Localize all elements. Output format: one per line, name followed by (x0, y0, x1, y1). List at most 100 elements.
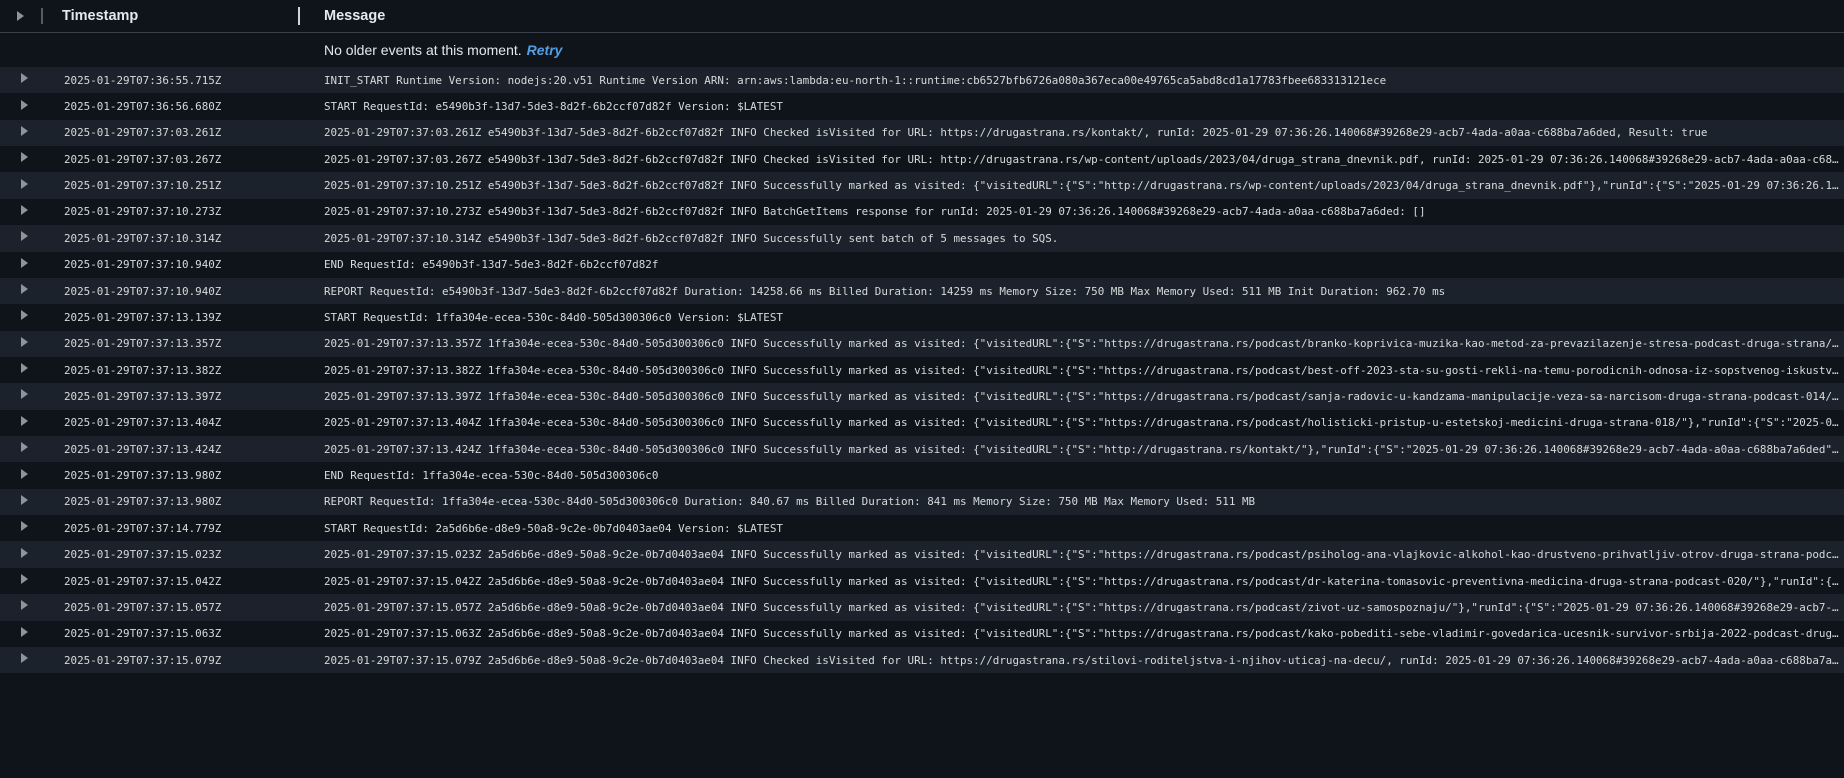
message-column-header[interactable]: Message (302, 8, 385, 24)
log-row[interactable]: 2025-01-29T07:37:10.251Z 2025-01-29T07:37… (0, 172, 1844, 199)
row-timestamp: 2025-01-29T07:37:13.397Z (64, 389, 222, 403)
expand-row-toggle[interactable] (0, 489, 48, 515)
expand-row-toggle[interactable] (0, 199, 48, 225)
row-message: 2025-01-29T07:37:15.042Z 2a5d6b6e-d8e9-5… (324, 574, 1844, 588)
row-timestamp: 2025-01-29T07:36:56.680Z (64, 100, 222, 114)
log-row[interactable]: 2025-01-29T07:37:10.940Z REPORT RequestId… (0, 277, 1844, 305)
row-message: 2025-01-29T07:37:10.314Z e5490b3f-13d7-5… (324, 231, 1059, 245)
row-timestamp: 2025-01-29T07:37:13.424Z (64, 442, 222, 456)
row-message: START RequestId: e5490b3f-13d7-5de3-8d2f… (324, 100, 783, 114)
log-row[interactable]: 2025-01-29T07:37:15.079Z 2025-01-29T07:37… (0, 646, 1844, 674)
row-timestamp: 2025-01-29T07:37:13.980Z (64, 495, 222, 509)
row-message: END RequestId: 1ffa304e-ecea-530c-84d0-5… (324, 469, 659, 483)
row-message: START RequestId: 1ffa304e-ecea-530c-84d0… (324, 310, 783, 324)
row-message: 2025-01-29T07:37:03.267Z e5490b3f-13d7-5… (324, 152, 1844, 166)
expand-row-toggle[interactable] (0, 541, 48, 567)
row-message: 2025-01-29T07:37:15.063Z 2a5d6b6e-d8e9-5… (324, 627, 1844, 641)
row-timestamp: 2025-01-29T07:37:10.940Z (64, 284, 222, 298)
caret-right-icon (20, 626, 28, 637)
row-timestamp: 2025-01-29T07:37:13.404Z (64, 416, 222, 430)
expand-row-toggle[interactable] (0, 93, 48, 119)
log-row[interactable]: 2025-01-29T07:37:13.397Z 2025-01-29T07:37… (0, 383, 1844, 410)
row-timestamp: 2025-01-29T07:37:10.273Z (64, 205, 222, 219)
log-row[interactable]: 2025-01-29T07:37:13.424Z 2025-01-29T07:37… (0, 436, 1844, 463)
expand-row-toggle[interactable] (0, 594, 48, 620)
row-message: 2025-01-29T07:37:13.404Z 1ffa304e-ecea-5… (324, 416, 1844, 430)
row-timestamp: 2025-01-29T07:37:03.261Z (64, 126, 222, 140)
log-row[interactable]: 2025-01-29T07:37:15.023Z 2025-01-29T07:37… (0, 541, 1844, 568)
timestamp-column-header[interactable]: Timestamp (40, 0, 302, 32)
row-message: 2025-01-29T07:37:13.397Z 1ffa304e-ecea-5… (324, 389, 1844, 403)
caret-right-icon (16, 11, 24, 21)
row-message: 2025-01-29T07:37:15.023Z 2a5d6b6e-d8e9-5… (324, 548, 1844, 562)
expand-all-toggle[interactable] (0, 0, 43, 32)
row-message: REPORT RequestId: e5490b3f-13d7-5de3-8d2… (324, 284, 1446, 298)
caret-right-icon (20, 363, 28, 374)
row-timestamp: 2025-01-29T07:37:15.079Z (64, 653, 222, 667)
row-message: START RequestId: 2a5d6b6e-d8e9-50a8-9c2e… (324, 521, 783, 535)
expand-row-toggle[interactable] (0, 304, 48, 330)
caret-right-icon (20, 125, 28, 136)
caret-right-icon (20, 204, 28, 215)
expand-row-toggle[interactable] (0, 515, 48, 541)
expand-row-toggle[interactable] (0, 172, 48, 198)
row-timestamp: 2025-01-29T07:37:15.057Z (64, 600, 222, 614)
caret-right-icon (20, 99, 28, 110)
expand-row-toggle[interactable] (0, 647, 48, 673)
caret-right-icon (20, 415, 28, 426)
log-row[interactable]: 2025-01-29T07:37:15.057Z 2025-01-29T07:37… (0, 594, 1844, 621)
caret-right-icon (20, 389, 28, 400)
expand-row-toggle[interactable] (0, 225, 48, 251)
log-row[interactable]: 2025-01-29T07:37:03.267Z 2025-01-29T07:37… (0, 146, 1844, 173)
log-rows: 2025-01-29T07:36:55.715Z INIT_START Runti… (0, 67, 1844, 674)
row-timestamp: 2025-01-29T07:37:13.980Z (64, 469, 222, 483)
log-row[interactable]: 2025-01-29T07:37:15.042Z 2025-01-29T07:37… (0, 567, 1844, 595)
log-row[interactable]: 2025-01-29T07:37:03.261Z 2025-01-29T07:37… (0, 119, 1844, 147)
log-events-table: Timestamp Message No older events at thi… (0, 0, 1844, 778)
row-timestamp: 2025-01-29T07:37:13.357Z (64, 337, 222, 351)
no-older-text: No older events at this moment. (324, 42, 522, 58)
expand-row-toggle[interactable] (0, 436, 48, 462)
row-message: 2025-01-29T07:37:13.357Z 1ffa304e-ecea-5… (324, 337, 1844, 351)
log-row[interactable]: 2025-01-29T07:37:13.382Z 2025-01-29T07:37… (0, 356, 1844, 384)
row-timestamp: 2025-01-29T07:37:15.042Z (64, 574, 222, 588)
expand-row-toggle[interactable] (0, 462, 48, 488)
log-row[interactable]: 2025-01-29T07:37:10.273Z 2025-01-29T07:37… (0, 198, 1844, 226)
caret-right-icon (20, 178, 28, 189)
expand-row-toggle[interactable] (0, 331, 48, 357)
expand-row-toggle[interactable] (0, 120, 48, 146)
log-row[interactable]: 2025-01-29T07:37:13.404Z 2025-01-29T07:37… (0, 409, 1844, 437)
expand-row-toggle[interactable] (0, 410, 48, 436)
retry-link[interactable]: Retry (527, 42, 563, 58)
expand-row-toggle[interactable] (0, 252, 48, 278)
row-timestamp: 2025-01-29T07:37:14.779Z (64, 521, 222, 535)
log-row[interactable]: 2025-01-29T07:37:13.980Z REPORT RequestId… (0, 488, 1844, 516)
log-row[interactable]: 2025-01-29T07:37:10.314Z 2025-01-29T07:37… (0, 225, 1844, 252)
log-row[interactable]: 2025-01-29T07:36:55.715Z INIT_START Runti… (0, 67, 1844, 94)
expand-row-toggle[interactable] (0, 357, 48, 383)
message-header-label: Message (324, 8, 386, 24)
log-row[interactable]: 2025-01-29T07:36:56.680Z START RequestId:… (0, 93, 1844, 120)
caret-right-icon (20, 336, 28, 347)
caret-right-icon (20, 468, 28, 479)
row-timestamp: 2025-01-29T07:37:03.267Z (64, 152, 222, 166)
expand-row-toggle[interactable] (0, 67, 48, 93)
expand-row-toggle[interactable] (0, 146, 48, 172)
expand-row-toggle[interactable] (0, 383, 48, 409)
expand-row-toggle[interactable] (0, 278, 48, 304)
log-row[interactable]: 2025-01-29T07:37:13.357Z 2025-01-29T07:37… (0, 330, 1844, 357)
log-row[interactable]: 2025-01-29T07:37:13.980Z END RequestId: 1… (0, 462, 1844, 489)
log-row[interactable]: 2025-01-29T07:37:15.063Z 2025-01-29T07:37… (0, 620, 1844, 647)
expand-row-toggle[interactable] (0, 568, 48, 594)
log-row[interactable]: 2025-01-29T07:37:13.139Z START RequestId:… (0, 304, 1844, 331)
caret-right-icon (20, 152, 28, 163)
row-timestamp: 2025-01-29T07:37:10.251Z (64, 179, 222, 193)
timestamp-header-label: Timestamp (62, 8, 139, 24)
log-row[interactable]: 2025-01-29T07:37:14.779Z START RequestId:… (0, 515, 1844, 542)
caret-right-icon (20, 231, 28, 242)
log-row[interactable]: 2025-01-29T07:37:10.940Z END RequestId: e… (0, 251, 1844, 278)
row-message: 2025-01-29T07:37:13.382Z 1ffa304e-ecea-5… (324, 363, 1844, 377)
row-message: 2025-01-29T07:37:15.079Z 2a5d6b6e-d8e9-5… (324, 653, 1844, 667)
row-message: INIT_START Runtime Version: nodejs:20.v5… (324, 73, 1387, 87)
expand-row-toggle[interactable] (0, 621, 48, 647)
